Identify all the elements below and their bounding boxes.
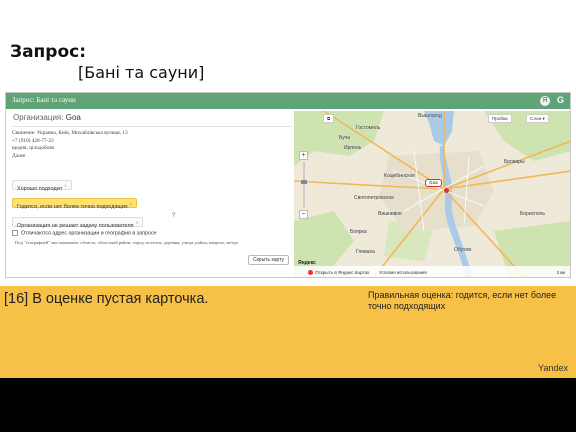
- query-header-text: Запрос: Бані та сауни: [12, 96, 76, 104]
- map-footer: Открыть в Яндекс.Картах Условия использо…: [294, 266, 570, 277]
- org-more-link[interactable]: Далее: [12, 153, 292, 161]
- yandex-brand-footer: Yandex: [538, 363, 568, 373]
- panel-header: Запрос: Бані та сауни Я G: [6, 93, 570, 109]
- geo-mismatch-checkbox[interactable]: [12, 230, 18, 236]
- slide-query: [Бані та сауни]: [78, 63, 205, 82]
- divider: [12, 126, 292, 127]
- answer-key: 3: [135, 219, 138, 225]
- zoom-out-icon[interactable]: −: [299, 210, 308, 219]
- hide-map-button[interactable]: Скрыть карту: [248, 255, 290, 265]
- correct-answer-note: Правильная оценка: годится, если нет бол…: [368, 290, 557, 311]
- geo-mismatch-label: Отличаются адрес организации и география…: [21, 230, 157, 237]
- map-pin-icon[interactable]: [444, 188, 449, 193]
- organization-pin-label[interactable]: Goa: [425, 179, 442, 187]
- answer-label: Организация не решает задачу пользовател…: [17, 222, 134, 229]
- map-label: Коцюбинское: [384, 173, 416, 179]
- layer-select[interactable]: Слои ▾: [526, 114, 549, 123]
- geo-mismatch-checkbox-row[interactable]: Отличаются адрес организации и география…: [12, 230, 156, 236]
- map-label: Буча: [339, 135, 351, 141]
- answer-good-fit[interactable]: Хорошо подходит1: [12, 180, 72, 192]
- answer-key: 2: [129, 201, 132, 207]
- org-phone: +7 (910) 428-77-22: [12, 137, 54, 144]
- help-question-mark[interactable]: ?: [172, 213, 175, 219]
- answer-options: Хорошо подходит1 Годится, если нет более…: [12, 177, 175, 232]
- map-terms-link[interactable]: Условия использования: [379, 270, 427, 275]
- answer-key: 1: [64, 183, 67, 189]
- org-address: Свинение: Украина, Київ, Михайлівська ву…: [12, 130, 128, 136]
- yandex-maps-icon: [308, 270, 313, 275]
- comment-band: [16] В оценке пустая карточка. Правильна…: [0, 286, 576, 378]
- map-label: Борисполь: [520, 211, 546, 217]
- answer-not-relevant[interactable]: Организация не решает задачу пользовател…: [12, 216, 143, 229]
- map-label: Вышгород: [418, 113, 442, 119]
- answer-label: Годится, если нет более точно подходящих: [17, 204, 128, 211]
- google-g-icon[interactable]: G: [557, 95, 564, 105]
- zoom-control[interactable]: + −: [299, 151, 308, 221]
- org-title-label: Организация:: [13, 113, 64, 122]
- geo-hint: Под "географией" мы понимаем: область, о…: [15, 240, 239, 245]
- zoom-in-icon[interactable]: +: [299, 151, 308, 160]
- org-title-value: Goa: [65, 113, 81, 122]
- zoom-slider[interactable]: [300, 162, 307, 208]
- map-label: Глеваха: [356, 249, 375, 255]
- map-label: Святопетровское: [354, 195, 395, 201]
- map-label: Вишневое: [378, 211, 402, 217]
- map-label: Бровары: [504, 159, 525, 165]
- yandex-ya-icon[interactable]: Я: [540, 96, 550, 106]
- answer-acceptable[interactable]: Годится, если нет более точно подходящих…: [12, 198, 137, 211]
- open-in-yandex-maps-link[interactable]: Открыть в Яндекс.Картах: [308, 270, 369, 275]
- map-view[interactable]: ⧉ Пробки Слои ▾ + − Вышгород Гостомель Б…: [294, 111, 570, 277]
- map-scale: 3 км: [556, 270, 565, 275]
- zoom-slider-thumb[interactable]: [300, 180, 307, 184]
- traffic-button[interactable]: Пробки: [488, 114, 512, 123]
- slide: Запрос: [Бані та сауни] Запрос: Бані та …: [0, 0, 576, 378]
- org-hours: щодня, цілодобово: [12, 145, 55, 151]
- open-link-label: Открыть в Яндекс.Картах: [315, 269, 370, 275]
- layers-icon[interactable]: ⧉: [323, 114, 335, 123]
- assessment-screenshot: Запрос: Бані та сауни Я G Организация: G…: [5, 92, 571, 278]
- map-label: Боярка: [350, 229, 367, 235]
- map-label: Ирпень: [344, 145, 362, 151]
- map-label: Обухов: [454, 247, 472, 253]
- slide-title: Запрос:: [10, 42, 87, 62]
- answer-label: Хорошо подходит: [17, 186, 63, 192]
- case-comment: [16] В оценке пустая карточка.: [4, 291, 209, 307]
- map-canvas: [294, 111, 570, 277]
- map-label: Гостомель: [356, 125, 381, 131]
- org-title: Организация: Goa: [13, 113, 292, 122]
